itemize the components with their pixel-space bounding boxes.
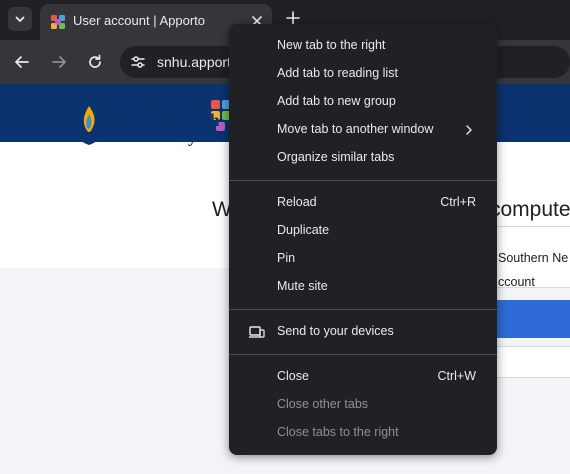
menu-item-label: Close other tabs [277,397,369,411]
account-info-text: Southern Ne ccount [498,246,568,294]
reload-icon[interactable] [86,53,104,71]
menu-item-mute-site[interactable]: Mute site [229,273,497,301]
tab-context-menu: New tab to the right Add tab to reading l… [229,24,497,455]
info-line-2: ccount [498,275,535,289]
chevron-right-icon [466,125,472,135]
apporto-favicon-icon [51,15,65,29]
menu-shortcut: Ctrl+W [437,369,476,383]
tab-title: User account | Apporto [73,13,206,28]
menu-separator [229,180,497,181]
menu-item-label: Add tab to reading list [277,66,398,80]
menu-separator [229,354,497,355]
logo-line-3: University [119,126,197,146]
menu-item-label: Close [277,369,309,383]
menu-item-label: Add tab to new group [277,94,396,108]
menu-item-label: Move tab to another window [277,122,434,136]
arrow-left-icon[interactable] [13,53,31,71]
menu-shortcut: Ctrl+R [440,195,476,209]
snhu-shield-icon [68,98,110,145]
menu-item-label: Duplicate [277,223,330,237]
menu-item-close[interactable]: Close Ctrl+W [229,363,497,391]
menu-separator [229,309,497,310]
arrow-right-icon[interactable] [50,53,68,71]
menu-item-move-tab-to-another-window[interactable]: Move tab to another window [229,116,497,144]
chevron-down-icon [15,16,25,22]
menu-item-label: New tab to the right [277,38,386,52]
menu-item-label: Reload [277,195,317,209]
menu-item-close-tabs-to-the-right: Close tabs to the right [229,419,497,447]
tab-search-button[interactable] [8,7,32,31]
tune-icon[interactable] [130,54,146,70]
info-line-1: Southern Ne [498,251,569,265]
send-to-devices-icon [249,326,265,338]
menu-item-pin[interactable]: Pin [229,245,497,273]
snhu-wordmark: Southern New Hampsh University [119,95,220,146]
menu-item-label: Close tabs to the right [277,425,399,439]
welcome-heading-right: compute [490,198,570,221]
menu-item-add-tab-to-new-group[interactable]: Add tab to new group [229,88,497,116]
menu-item-label: Organize similar tabs [277,150,395,164]
menu-item-organize-similar-tabs[interactable]: Organize similar tabs [229,144,497,172]
menu-item-duplicate[interactable]: Duplicate [229,217,497,245]
menu-item-label: Pin [277,251,296,265]
menu-item-reload[interactable]: Reload Ctrl+R [229,189,497,217]
menu-item-add-tab-to-reading-list[interactable]: Add tab to reading list [229,60,497,88]
menu-item-close-other-tabs: Close other tabs [229,391,497,419]
menu-item-new-tab-to-the-right[interactable]: New tab to the right [229,32,497,60]
menu-item-send-to-your-devices[interactable]: Send to your devices [229,318,497,346]
menu-item-label: Mute site [277,279,328,293]
menu-item-label: Send to your devices [277,324,394,338]
